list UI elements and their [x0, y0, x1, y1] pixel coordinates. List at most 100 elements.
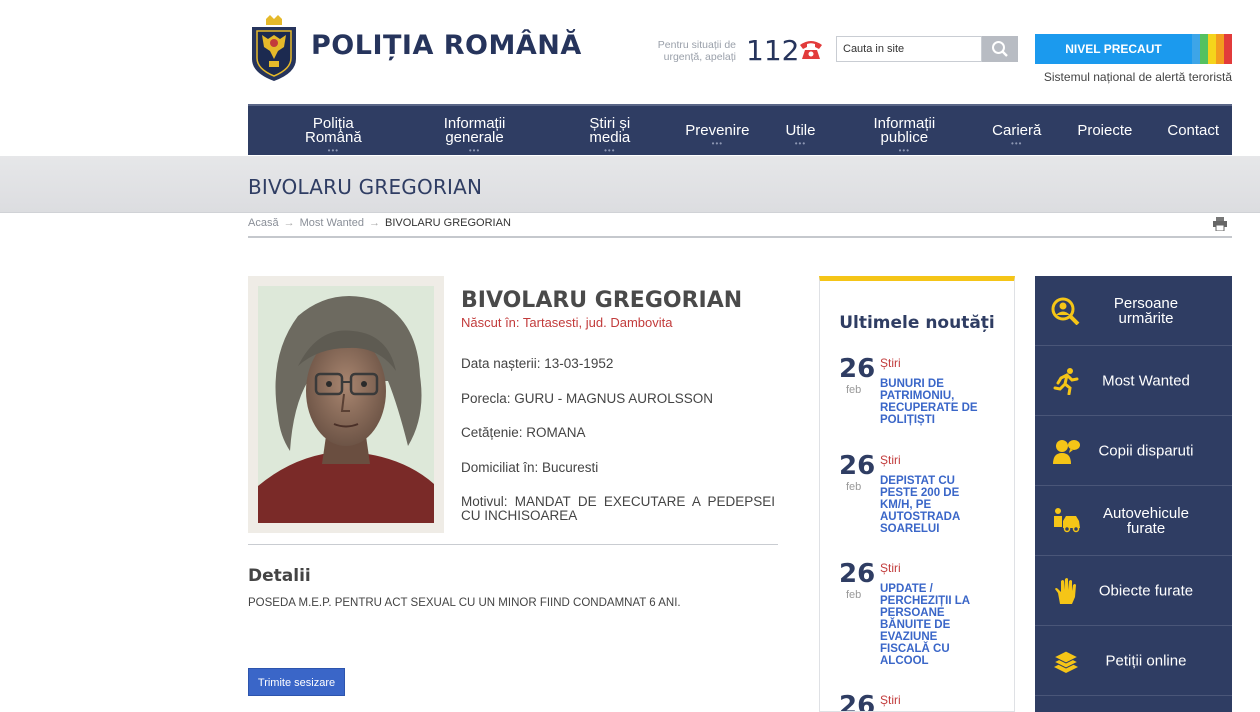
news-month: feb [846, 481, 862, 493]
submenu-dots-icon: ••• [898, 145, 911, 155]
sidebar-item-obiecte-furate[interactable]: Obiecte furate [1035, 556, 1232, 626]
nav-label-line2: media [589, 128, 631, 146]
site-title[interactable]: POLIȚIA ROMÂNĂ [311, 30, 582, 61]
latest-news-panel: Ultimele noutăți 26 feb Știri BUNURI DE … [819, 276, 1015, 712]
sidebar-label: Most Wanted [1102, 372, 1190, 389]
nav-proiecte[interactable]: Proiecte [1077, 121, 1133, 139]
breadcrumb-home[interactable]: Acasă [248, 217, 279, 229]
print-icon[interactable] [1212, 217, 1228, 231]
nav-label-line2: Română [305, 128, 362, 146]
sidebar-label: Persoane urmărite [1113, 294, 1179, 327]
page-title: BIVOLARU GREGORIAN [248, 175, 483, 199]
alert-color-green [1200, 34, 1208, 64]
emergency-text: Pentru situații de urgență, apelați [657, 39, 736, 63]
main-navigation: Poliția Română ••• Informații generale •… [248, 104, 1232, 155]
sidebar-label: Obiecte furate [1098, 582, 1194, 599]
search-person-icon [1051, 297, 1080, 325]
alert-color-blue [1192, 34, 1200, 64]
search-button[interactable] [982, 36, 1018, 62]
police-crest-logo[interactable] [248, 13, 300, 83]
phone-icon [800, 41, 822, 59]
domicile: Domiciliat în: Bucuresti [461, 460, 599, 475]
sidebar-label: Petiții online [1105, 652, 1187, 669]
details-text: POSEDA M.E.P. PENTRU ACT SEXUAL CU UN MI… [248, 597, 681, 609]
alert-color-scale [1192, 34, 1232, 64]
alert-color-orange [1216, 34, 1224, 64]
search-icon [992, 41, 1008, 57]
car-thief-icon [1054, 508, 1080, 533]
breadcrumb-current: BIVOLARU GREGORIAN [384, 217, 511, 229]
citizenship: Cetățenie: ROMANA [461, 425, 586, 440]
page: POLIȚIA ROMÂNĂ Pentru situații de urgenț… [0, 0, 1260, 712]
suspect-name: BIVOLARU GREGORIAN [461, 288, 743, 313]
nav-cariera[interactable]: Carieră ••• [992, 121, 1042, 148]
nav-label-line1: Carieră [992, 121, 1042, 139]
sidebar-label: Copii disparuti [1098, 442, 1194, 459]
news-category[interactable]: Știri [880, 356, 901, 370]
news-headline[interactable]: BUNURI DE PATRIMONIU, RECUPERATE DE POLI… [880, 378, 980, 426]
birth-place: Născut în: Tartasesti, jud. Dambovita [461, 315, 673, 330]
nav-label-line1: Utile [785, 121, 816, 139]
breadcrumb: Acasă → Most Wanted → BIVOLARU GREGORIAN [248, 217, 511, 229]
nav-label-line2: publice [880, 128, 929, 146]
submenu-dots-icon: ••• [1011, 138, 1023, 148]
alert-color-yellow [1208, 34, 1216, 64]
alert-color-red [1224, 34, 1232, 64]
nav-label-line1: Prevenire [685, 121, 750, 139]
hand-icon [1055, 578, 1076, 604]
documents-icon [1052, 650, 1080, 673]
nav-politia-romana[interactable]: Poliția Română ••• [305, 116, 362, 155]
submenu-dots-icon: ••• [604, 145, 616, 155]
sidebar-item-copii-disparuti[interactable]: Copii disparuti [1035, 416, 1232, 486]
news-month: feb [846, 589, 862, 601]
section-divider [248, 544, 778, 545]
nav-utile[interactable]: Utile ••• [785, 121, 816, 148]
child-icon [1053, 440, 1080, 464]
nav-informatii-publice[interactable]: Informații publice ••• [873, 116, 935, 155]
running-man-icon [1053, 368, 1079, 395]
news-day: 26 [839, 451, 876, 481]
quick-links-sidebar: Persoane urmărite Most Wanted Copii disp… [1035, 276, 1232, 712]
news-category[interactable]: Știri [880, 693, 901, 707]
details-title: Detalii [248, 566, 311, 586]
photo-frame [248, 276, 444, 533]
submenu-dots-icon: ••• [327, 145, 340, 155]
page-title-band: BIVOLARU GREGORIAN [0, 156, 1260, 213]
breadcrumb-divider [248, 236, 1232, 238]
nav-label-line1: Contact [1167, 121, 1220, 139]
news-day: 26 [839, 559, 876, 589]
nav-prevenire[interactable]: Prevenire ••• [685, 121, 750, 148]
nav-informatii-generale[interactable]: Informații generale ••• [444, 116, 506, 155]
news-headline[interactable]: DEPISTAT CU PESTE 200 DE KM/H, PE AUTOST… [880, 475, 980, 535]
nav-label-line2: generale [445, 128, 504, 146]
breadcrumb-arrow-icon: → [368, 217, 380, 229]
breadcrumb-arrow-icon: → [283, 217, 295, 229]
alert-subtitle: Sistemul național de alertă teroristă [1043, 70, 1232, 84]
news-headline[interactable]: UPDATE / PERCHEZIȚII LA PERSOANE BĂNUITE… [880, 583, 980, 667]
breadcrumb-most-wanted[interactable]: Most Wanted [300, 217, 364, 229]
emergency-number: 112 [746, 34, 800, 67]
news-category[interactable]: Știri [880, 453, 901, 467]
sidebar-item-petitii-online[interactable]: Petiții online [1035, 626, 1232, 696]
news-day: 26 [839, 691, 876, 712]
alert-level-button[interactable]: NIVEL PRECAUT [1035, 34, 1192, 64]
nav-label-line1: Proiecte [1077, 121, 1133, 139]
sidebar-label: Autovehicule furate [1103, 504, 1189, 537]
submenu-dots-icon: ••• [711, 138, 724, 148]
nickname: Porecla: GURU - MAGNUS AUROLSSON [461, 391, 714, 406]
nav-stiri-media[interactable]: Știri și media ••• [589, 116, 631, 155]
search-input[interactable] [836, 36, 982, 62]
send-report-button[interactable]: Trimite sesizare [248, 668, 345, 696]
sidebar-item-most-wanted[interactable]: Most Wanted [1035, 346, 1232, 416]
reason: Motivul: MANDAT DE EXECUTARE A PEDEPSEI … [461, 494, 775, 523]
nav-contact[interactable]: Contact [1167, 121, 1220, 139]
birth-date: Data nașterii: 13-03-1952 [461, 356, 614, 371]
news-day: 26 [839, 354, 876, 384]
sidebar-item-autovehicule-furate[interactable]: Autovehicule furate [1035, 486, 1232, 556]
suspect-photo[interactable] [258, 286, 434, 523]
news-title: Ultimele noutăți [839, 313, 995, 333]
news-category[interactable]: Știri [880, 561, 901, 575]
sidebar-item-persoane-urmarite[interactable]: Persoane urmărite [1035, 276, 1232, 346]
submenu-dots-icon: ••• [468, 145, 481, 155]
submenu-dots-icon: ••• [794, 138, 807, 148]
